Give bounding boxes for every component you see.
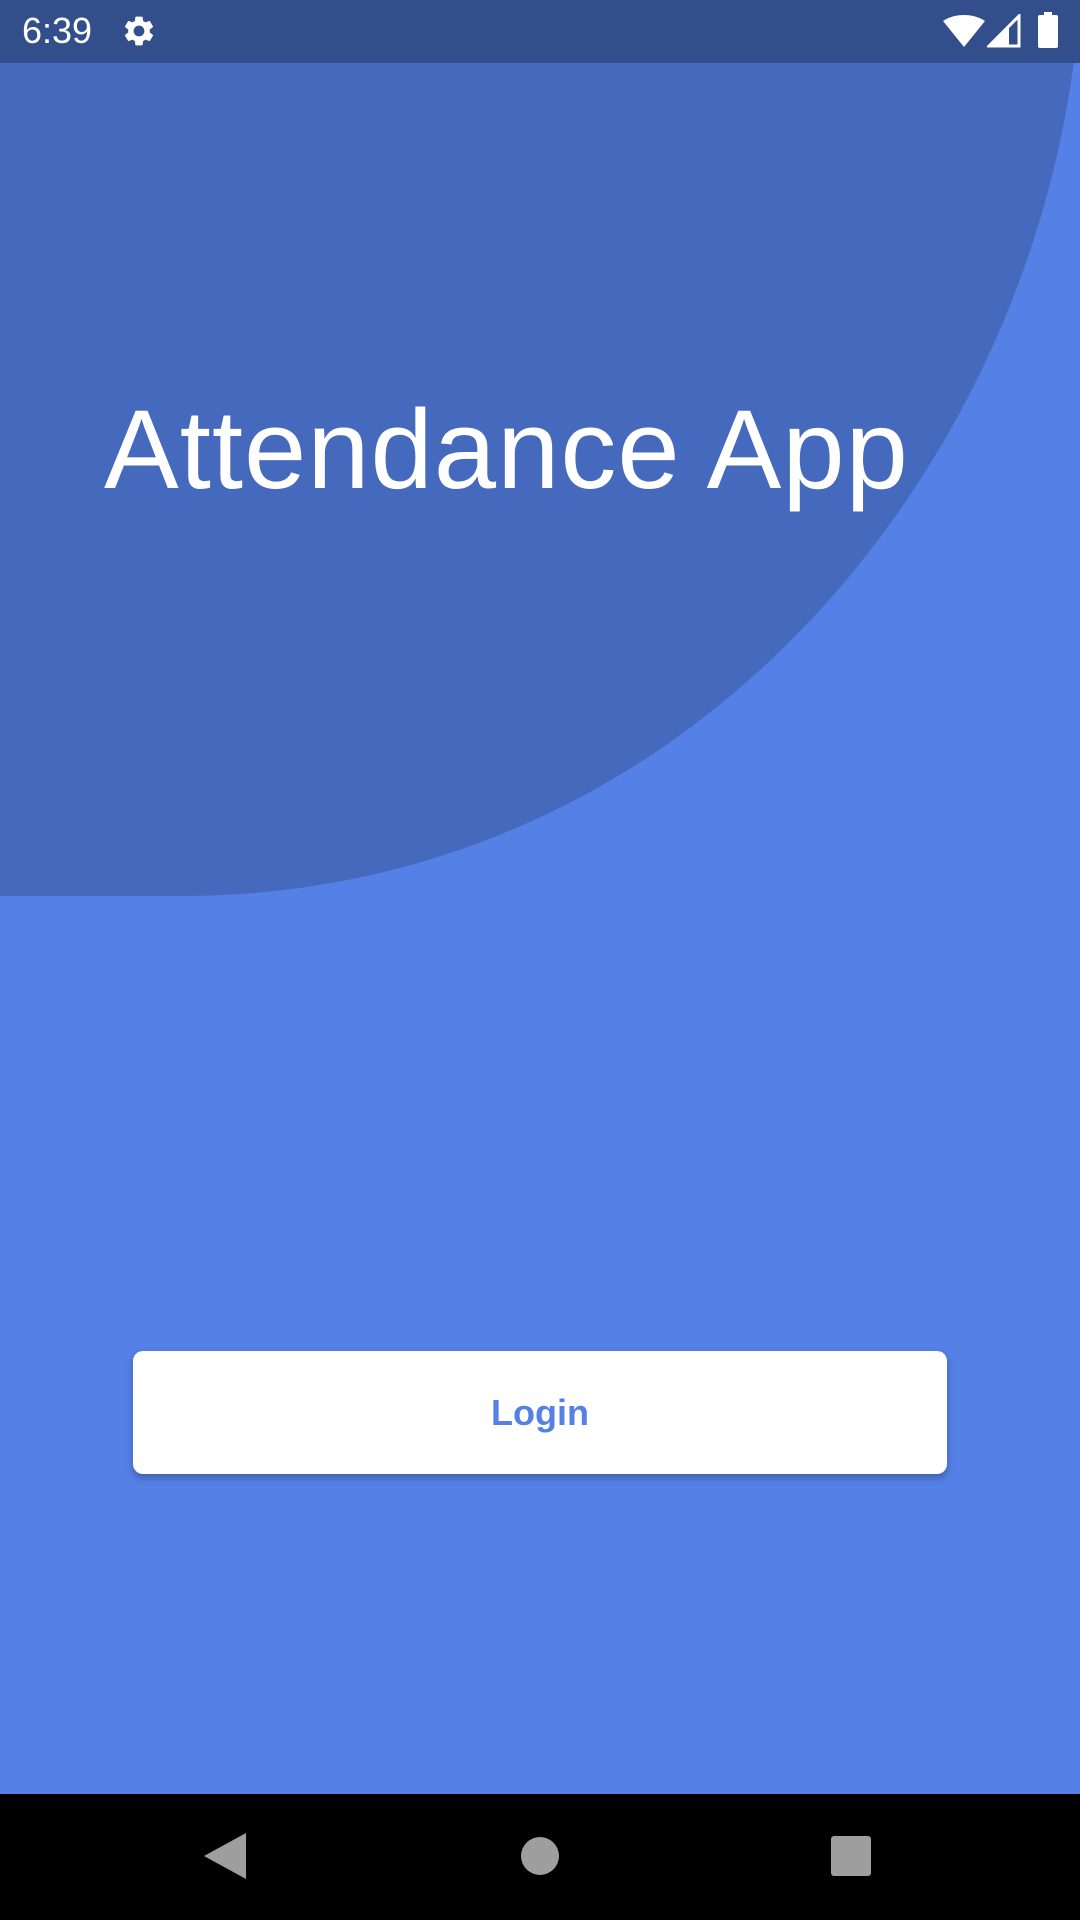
screen: Attendance App Login 6:39 xyxy=(0,0,1080,1920)
battery-icon xyxy=(1038,12,1058,48)
login-button[interactable]: Login xyxy=(133,1351,947,1474)
status-time: 6:39 xyxy=(22,10,93,51)
background-fill xyxy=(0,900,1080,1794)
gear-icon xyxy=(124,16,154,46)
back-icon[interactable] xyxy=(204,1833,246,1879)
app-background: Attendance App Login xyxy=(0,0,1080,1794)
navigation-bar xyxy=(0,1794,1080,1920)
recents-icon[interactable] xyxy=(831,1836,871,1876)
wifi-icon xyxy=(943,15,985,47)
cell-signal-icon xyxy=(987,14,1021,48)
app-title: Attendance App xyxy=(104,387,909,512)
home-icon[interactable] xyxy=(520,1836,560,1876)
status-bar: 6:39 xyxy=(0,0,1080,63)
